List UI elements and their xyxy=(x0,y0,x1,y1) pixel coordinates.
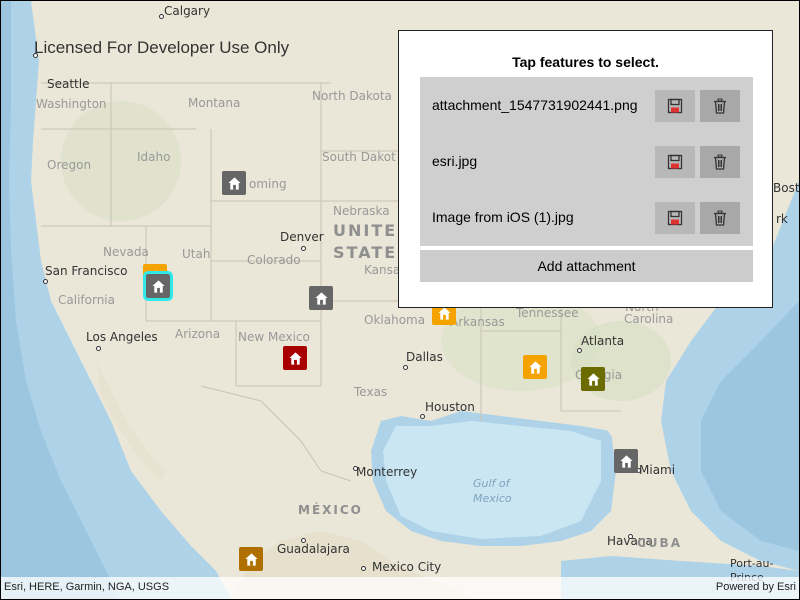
label-guadalajara: Guadalajara xyxy=(277,542,350,556)
label-mexico-city: Mexico City xyxy=(372,560,442,574)
label-montana: Montana xyxy=(188,96,241,110)
label-nebraska: Nebraska xyxy=(333,204,390,218)
attachments-list[interactable]: attachment_1547731902441.png esri.jpg Im xyxy=(420,77,753,246)
attachment-row[interactable]: Image from iOS (1).jpg xyxy=(420,198,753,238)
attachment-name: attachment_1547731902441.png xyxy=(432,97,638,113)
marker-nevada-selected[interactable] xyxy=(143,271,173,301)
label-houston: Houston xyxy=(425,400,475,414)
house-icon xyxy=(151,279,165,293)
san-francisco-dot xyxy=(43,279,48,284)
label-seattle: Seattle xyxy=(47,77,90,91)
save-icon xyxy=(667,154,683,170)
label-gulf-2: Mexico xyxy=(473,492,512,505)
atlanta-dot xyxy=(577,348,582,353)
houston-dot xyxy=(420,414,425,419)
label-new-mexico: New Mexico xyxy=(238,330,310,344)
attribution-bar: Esri, HERE, Garmin, NGA, USGS Powered by… xyxy=(1,577,799,599)
label-oklahoma: Oklahoma xyxy=(364,313,426,327)
label-atlanta: Atlanta xyxy=(581,334,625,348)
house-icon xyxy=(288,351,302,365)
save-attachment-button[interactable] xyxy=(655,202,695,234)
attachment-name: esri.jpg xyxy=(432,153,478,169)
label-los-angeles: Los Angeles xyxy=(86,330,158,344)
trash-icon xyxy=(714,154,726,170)
house-icon xyxy=(586,372,600,386)
delete-attachment-button[interactable] xyxy=(700,202,740,234)
trash-icon xyxy=(714,210,726,226)
marker-colorado[interactable] xyxy=(309,286,333,310)
label-gulf-1: Gulf of xyxy=(473,477,510,490)
save-icon xyxy=(667,98,683,114)
dot-near-seattle xyxy=(33,53,38,58)
save-attachment-button[interactable] xyxy=(655,146,695,178)
label-denver: Denver xyxy=(280,230,324,244)
label-texas: Texas xyxy=(354,385,388,399)
label-carolina: Carolina xyxy=(624,312,674,326)
powered-by-esri[interactable]: Powered by Esri xyxy=(716,581,796,593)
label-california: California xyxy=(58,293,115,307)
panel-title: Tap features to select. xyxy=(512,54,659,70)
label-nevada: Nevada xyxy=(103,245,149,259)
marker-florida[interactable] xyxy=(614,449,638,473)
house-icon xyxy=(244,552,258,566)
label-york: rk xyxy=(776,212,788,226)
house-icon xyxy=(528,360,542,374)
save-attachment-button[interactable] xyxy=(655,90,695,122)
map-view[interactable]: Licensed For Developer Use Only Calgary … xyxy=(1,1,799,599)
delete-attachment-button[interactable] xyxy=(700,146,740,178)
label-cuba: CUBA xyxy=(637,536,682,550)
label-colorado: Colorado xyxy=(247,253,301,267)
house-icon xyxy=(314,291,328,305)
label-idaho: Idaho xyxy=(137,150,171,164)
marker-georgia[interactable] xyxy=(581,367,605,391)
label-monterrey: Monterrey xyxy=(356,465,418,479)
marker-alabama[interactable] xyxy=(523,355,547,379)
label-kansas: Kansa xyxy=(364,263,401,277)
attribution-text[interactable]: Esri, HERE, Garmin, NGA, USGS xyxy=(4,581,169,593)
add-attachment-button[interactable]: Add attachment xyxy=(420,250,753,282)
marker-mexico[interactable] xyxy=(239,547,263,571)
label-united-states-1: UNITE xyxy=(333,221,398,240)
marker-wyoming[interactable] xyxy=(222,171,246,195)
developer-watermark: Licensed For Developer Use Only xyxy=(34,38,290,57)
attachment-name: Image from iOS (1).jpg xyxy=(432,209,574,225)
house-icon xyxy=(619,454,633,468)
label-south-dakota: South Dakot xyxy=(322,150,396,164)
label-port-au: Port-au- xyxy=(730,557,774,570)
label-wyoming: oming xyxy=(249,177,287,191)
label-arizona: Arizona xyxy=(175,327,221,341)
label-mexico: MÉXICO xyxy=(298,503,363,517)
label-washington: Washington xyxy=(36,97,107,111)
attachment-row[interactable]: esri.jpg xyxy=(420,142,753,182)
denver-dot xyxy=(301,246,306,251)
trash-icon xyxy=(714,98,726,114)
label-dallas: Dallas xyxy=(406,350,443,364)
label-united-states-2: STATE xyxy=(333,243,398,262)
save-icon xyxy=(667,210,683,226)
label-oregon: Oregon xyxy=(47,158,92,172)
label-north-dakota: North Dakota xyxy=(312,89,392,103)
label-boston: Bosto xyxy=(773,181,799,195)
delete-attachment-button[interactable] xyxy=(700,90,740,122)
label-arkansas: Arkansas xyxy=(450,315,505,329)
los-angeles-dot xyxy=(96,346,101,351)
label-calgary: Calgary xyxy=(164,4,211,18)
mexico-city-dot xyxy=(361,566,366,571)
marker-new-mexico[interactable] xyxy=(283,346,307,370)
label-tennessee: Tennessee xyxy=(516,306,579,320)
attachment-row[interactable]: attachment_1547731902441.png xyxy=(420,86,753,126)
attachments-panel: Tap features to select. attachment_15477… xyxy=(398,30,773,308)
dallas-dot xyxy=(403,365,408,370)
label-san-francisco: San Francisco xyxy=(45,264,128,278)
label-utah: Utah xyxy=(182,247,211,261)
label-miami: Miami xyxy=(639,463,676,477)
house-icon xyxy=(227,176,241,190)
